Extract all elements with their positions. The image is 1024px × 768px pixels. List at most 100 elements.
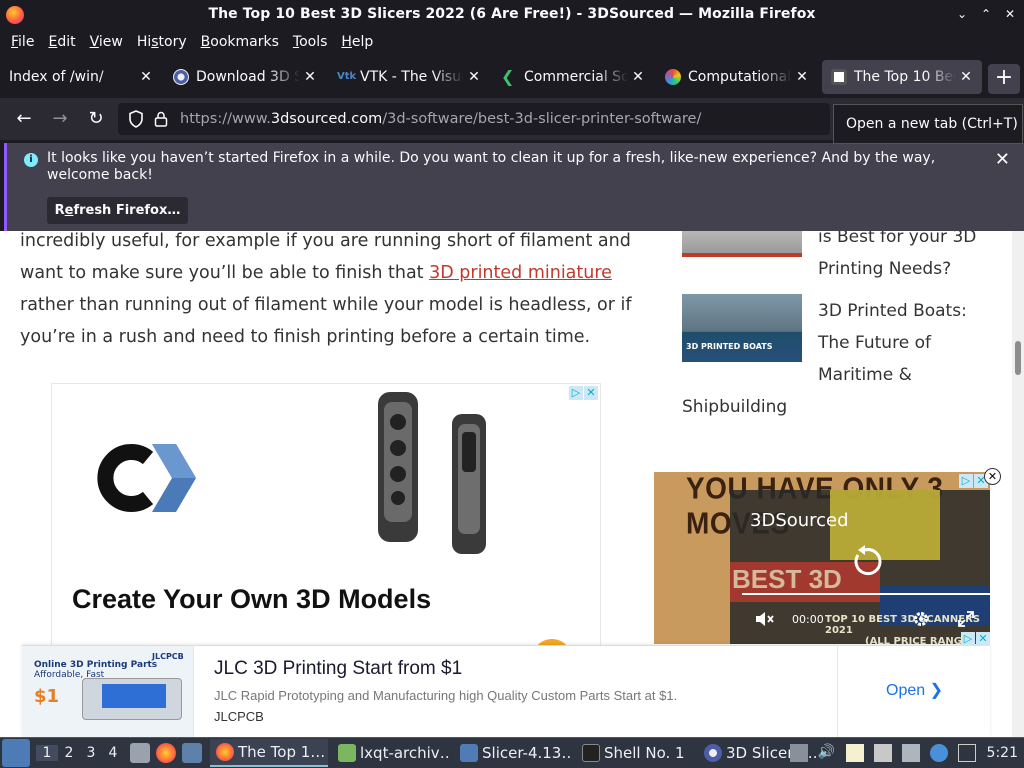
menu-edit[interactable]: Edit [41, 31, 82, 53]
minimize-button[interactable]: ⌄ [954, 6, 970, 22]
bottom-banner-ad[interactable]: Online 3D Printing Parts Affordable, Fas… [22, 632, 990, 737]
clock[interactable]: 5:21 [987, 745, 1018, 761]
tab-index-of-win[interactable]: Index of /win/ ✕ [0, 60, 162, 94]
gear-icon[interactable] [912, 610, 930, 628]
url-text[interactable]: https://www.3dsourced.com/3d-software/be… [180, 111, 701, 127]
refresh-firefox-notification: i It looks like you haven’t started Fire… [4, 143, 1024, 231]
firefox-launcher-icon[interactable] [156, 743, 176, 763]
bottom-ad-headline[interactable]: JLC 3D Printing Start from $1 [214, 658, 462, 680]
url-bar[interactable]: https://www.3dsourced.com/3d-software/be… [118, 103, 830, 135]
tab-close-icon[interactable]: ✕ [464, 69, 484, 85]
menu-help[interactable]: Help [334, 31, 380, 53]
video-time: 00:00 [792, 613, 824, 626]
desktop-2[interactable]: 2 [58, 745, 80, 761]
refresh-firefox-button[interactable]: Refresh Firefox… [47, 197, 188, 224]
eject-icon[interactable] [789, 744, 808, 762]
volume-icon[interactable]: 🔊 [818, 744, 836, 762]
video-ad-close-button[interactable]: ✕ [984, 468, 1001, 485]
sidebar-link-slicer-needs[interactable]: is Best for your 3D Printing Needs? [818, 231, 998, 285]
slicer-favicon-icon [173, 69, 189, 85]
tab-label: Commercial Solutions [524, 69, 628, 85]
tab-label: The Top 10 Best 3D Slicers [854, 69, 956, 85]
adchoices-icon[interactable]: ▷ [569, 386, 583, 400]
terminal-icon [582, 744, 600, 762]
display-ad[interactable]: ▷ ✕ Create Your Own 3D Models [51, 383, 601, 653]
archiver-icon [338, 744, 356, 762]
3d-scanner-product-icon [378, 392, 486, 554]
fullscreen-icon[interactable] [958, 611, 974, 627]
tab-download-3d-slicer[interactable]: Download 3D Slicer ✕ [164, 60, 326, 94]
new-tab-button[interactable]: + [988, 64, 1020, 94]
tab-vtk[interactable]: Vtk VTK - The Visualization Toolkit ✕ [328, 60, 490, 94]
page-scrollbar[interactable] [1012, 231, 1024, 737]
taskbar: 1 2 3 4 The Top 1… lxqt-archiv… Slicer-4… [0, 737, 1024, 768]
scrollbar-thumb[interactable] [1015, 341, 1021, 375]
task-slicer-folder[interactable]: Slicer-4.13… [454, 739, 572, 767]
forward-button[interactable]: → [49, 108, 71, 130]
video-ad[interactable]: YOU HAVE ONLY 3 MOVES BEST 3D 3DSourced … [654, 472, 990, 644]
reload-button[interactable]: ↻ [85, 108, 107, 130]
desktop-1[interactable]: 1 [36, 745, 58, 761]
tab-close-icon[interactable]: ✕ [792, 69, 812, 85]
menu-tools[interactable]: Tools [286, 31, 335, 53]
start-menu-button[interactable] [2, 739, 30, 767]
tab-strip: Index of /win/ ✕ Download 3D Slicer ✕ Vt… [0, 58, 1024, 96]
update-notification-icon[interactable] [929, 744, 948, 762]
adchoices-icon[interactable]: ▷ [959, 474, 973, 488]
adchoices-icon[interactable]: ▷ [961, 632, 975, 646]
ad-headline: Create Your Own 3D Models [72, 584, 432, 614]
menu-history[interactable]: History [130, 31, 194, 53]
task-lxqt-archiver[interactable]: lxqt-archiv… [332, 739, 450, 767]
sidebar-link-boats-line2[interactable]: The Future of [818, 327, 931, 359]
replay-icon[interactable] [848, 545, 882, 579]
video-player[interactable]: BEST 3D 3DSourced 00:00 TOP 10 BEST 3D S… [730, 490, 990, 644]
menu-bookmarks[interactable]: Bookmarks [194, 31, 286, 53]
maximize-button[interactable]: ⌃ [978, 6, 994, 22]
lock-icon[interactable] [154, 111, 168, 127]
sidebar-link-boats-line1[interactable]: 3D Printed Boats: [818, 295, 967, 327]
tab-close-icon[interactable]: ✕ [136, 69, 156, 85]
kitware-favicon-icon: ❮ [501, 67, 515, 86]
bottom-ad-image[interactable]: Online 3D Printing Parts Affordable, Fas… [22, 646, 194, 737]
tab-label: Download 3D Slicer [196, 69, 300, 85]
mute-icon[interactable] [754, 610, 774, 628]
task-shell[interactable]: Shell No. 1 [576, 739, 694, 767]
task-firefox[interactable]: The Top 1… [210, 739, 328, 767]
sidebar-link-boats-line3[interactable]: Maritime & [818, 359, 912, 391]
ad-close-icon[interactable]: ✕ [976, 632, 990, 646]
system-tray: 🔊 5:21 [785, 738, 1024, 768]
battery-icon[interactable] [957, 744, 976, 762]
bottom-ad-open-button[interactable]: Open ❯ [886, 680, 943, 700]
tracking-protection-shield-icon[interactable] [128, 110, 144, 128]
tab-commercial-solutions[interactable]: ❮ Commercial Solutions ✕ [492, 60, 654, 94]
file-manager-icon[interactable] [130, 743, 150, 763]
sidebar-thumbnail-boats[interactable]: 3D PRINTED BOATS [682, 294, 802, 362]
tab-close-icon[interactable]: ✕ [628, 69, 648, 85]
video-progress-bar[interactable] [742, 593, 990, 595]
bottom-ad-source: JLCPCB [214, 709, 264, 724]
network-icon[interactable] [901, 744, 920, 762]
ad-close-icon[interactable]: ✕ [584, 386, 598, 400]
notes-icon[interactable] [873, 744, 892, 762]
sidebar-thumbnail-filament[interactable] [682, 231, 802, 257]
clipboard-icon[interactable] [845, 744, 864, 762]
miniature-link[interactable]: 3D printed miniature [429, 263, 612, 283]
tab-top-10-slicers[interactable]: The Top 10 Best 3D Slicers ✕ [822, 60, 982, 94]
desktop-3[interactable]: 3 [80, 745, 102, 761]
sidebar-link-boats-line4[interactable]: Shipbuilding [682, 391, 787, 423]
tab-computational-model[interactable]: Computational Model ✕ [656, 60, 818, 94]
back-button[interactable]: ← [13, 108, 35, 130]
ad-choices[interactable]: ▷ ✕ [961, 632, 990, 646]
window-title: The Top 10 Best 3D Slicers 2022 (6 Are F… [208, 6, 816, 22]
ad-logo-icon [97, 444, 196, 512]
new-tab-tooltip: Open a new tab (Ctrl+T) [833, 104, 1023, 144]
show-desktop-icon[interactable] [182, 743, 202, 763]
close-window-button[interactable]: ✕ [1002, 6, 1018, 22]
desktop-4[interactable]: 4 [102, 745, 124, 761]
menu-view[interactable]: View [83, 31, 130, 53]
tab-close-icon[interactable]: ✕ [300, 69, 320, 85]
menu-file[interactable]: File [4, 31, 41, 53]
notification-close-icon[interactable]: ✕ [995, 149, 1010, 170]
tab-close-icon[interactable]: ✕ [956, 69, 976, 85]
ad-choices[interactable]: ▷ ✕ [569, 386, 598, 400]
